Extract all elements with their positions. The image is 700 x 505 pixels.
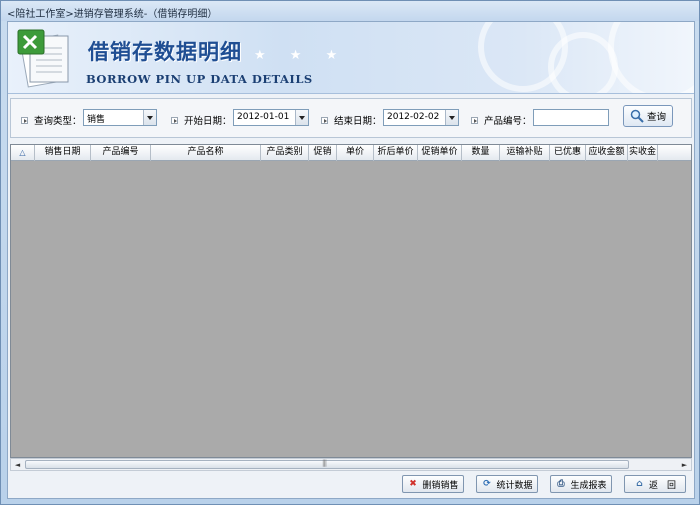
delete-sale-button[interactable]: ✖ 删销销售 [402,475,464,493]
column-header[interactable]: 实收金 [628,145,658,161]
column-header[interactable]: 产品名称 [151,145,261,161]
column-header[interactable]: 促销 [309,145,337,161]
decorative-swirl [608,22,694,93]
query-bar: 查询类型： 销售 开始日期： 2012-01-01 结束日期： 2012-02-… [10,98,692,138]
window-title: <陪社工作室>进销存管理系统-（借销存明细） [7,9,218,20]
delete-x-icon: ✖ [409,478,417,489]
product-code-input[interactable] [533,109,609,126]
banner-subtitle: BORROW PIN UP DATA DETAILS [86,72,313,86]
excel-document-logo-icon [14,28,78,88]
query-type-label-text: 查询类型： [34,116,82,127]
app-window: <陪社工作室>进销存管理系统-（借销存明细） 借销存数据明细 ★ ★ ★ BOR… [0,0,700,505]
horizontal-scrollbar[interactable]: ◄ ► [10,458,692,471]
search-button-label: 查询 [646,112,666,123]
report-button[interactable]: ⎙ 生成报表 [550,475,612,493]
back-button[interactable]: ⌂ 返 回 [624,475,686,493]
start-date-value: 2012-01-01 [237,112,290,122]
start-date-label-text: 开始日期： [184,116,232,127]
query-type-label: 查询类型： [21,113,82,127]
chevron-down-icon[interactable] [295,110,308,125]
scroll-right-icon[interactable]: ► [679,460,690,470]
search-button[interactable]: 查询 [623,105,673,127]
bullet-arrow-icon [471,116,478,124]
product-code-label: 产品编号： [471,113,532,127]
start-date-picker[interactable]: 2012-01-01 [233,109,309,126]
column-header[interactable]: 已优惠 [550,145,586,161]
column-header[interactable]: 折后单价 [374,145,418,161]
query-type-select[interactable]: 销售 [83,109,157,126]
refresh-icon: ⟳ [483,478,491,489]
data-grid[interactable]: △ 销售日期 产品编号 产品名称 产品类别 促销 单价 折后单价 促销单价 数量 运输补贴 已优惠 应收… [10,144,692,458]
column-header[interactable]: 销售日期 [35,145,91,161]
column-header[interactable]: 产品编号 [91,145,151,161]
chevron-down-icon[interactable] [445,110,458,125]
query-type-value: 销售 [87,115,106,125]
home-icon: ⌂ [636,478,643,489]
end-date-picker[interactable]: 2012-02-02 [383,109,459,126]
stats-label: 统计数据 [496,480,533,491]
product-code-label-text: 产品编号： [484,116,532,127]
client-area: 借销存数据明细 ★ ★ ★ BORROW PIN UP DATA DETAILS… [7,21,695,499]
column-header[interactable]: 应收金额 [586,145,628,161]
end-date-label: 结束日期： [321,113,382,127]
report-label: 生成报表 [570,480,607,491]
start-date-label: 开始日期： [171,113,232,127]
banner: 借销存数据明细 ★ ★ ★ BORROW PIN UP DATA DETAILS [8,22,694,94]
magnifier-icon [630,109,644,123]
column-header[interactable]: 数量 [462,145,500,161]
column-header[interactable]: 单价 [337,145,374,161]
row-header-sort-icon[interactable]: △ [11,145,35,161]
end-date-label-text: 结束日期： [334,116,382,127]
bullet-arrow-icon [321,116,328,124]
title-bar[interactable]: <陪社工作室>进销存管理系统-（借销存明细） [1,1,699,21]
banner-stars: ★ ★ ★ [254,48,348,63]
printer-icon: ⎙ [557,478,565,489]
back-label: 返 回 [648,480,676,491]
delete-sale-label: 删销销售 [422,480,459,491]
chevron-down-icon[interactable] [143,110,156,125]
bullet-arrow-icon [21,116,28,124]
column-header[interactable]: 促销单价 [418,145,462,161]
banner-title: 借销存数据明细 [88,39,242,64]
scroll-left-icon[interactable]: ◄ [12,460,23,470]
bullet-arrow-icon [171,116,178,124]
scrollbar-thumb[interactable] [25,459,629,469]
stats-button[interactable]: ⟳ 统计数据 [476,475,538,493]
grid-header: △ 销售日期 产品编号 产品名称 产品类别 促销 单价 折后单价 促销单价 数量 运输补贴 已优惠 应收… [11,145,691,161]
column-header[interactable]: 运输补贴 [500,145,550,161]
column-header[interactable]: 产品类别 [261,145,309,161]
end-date-value: 2012-02-02 [387,112,440,122]
